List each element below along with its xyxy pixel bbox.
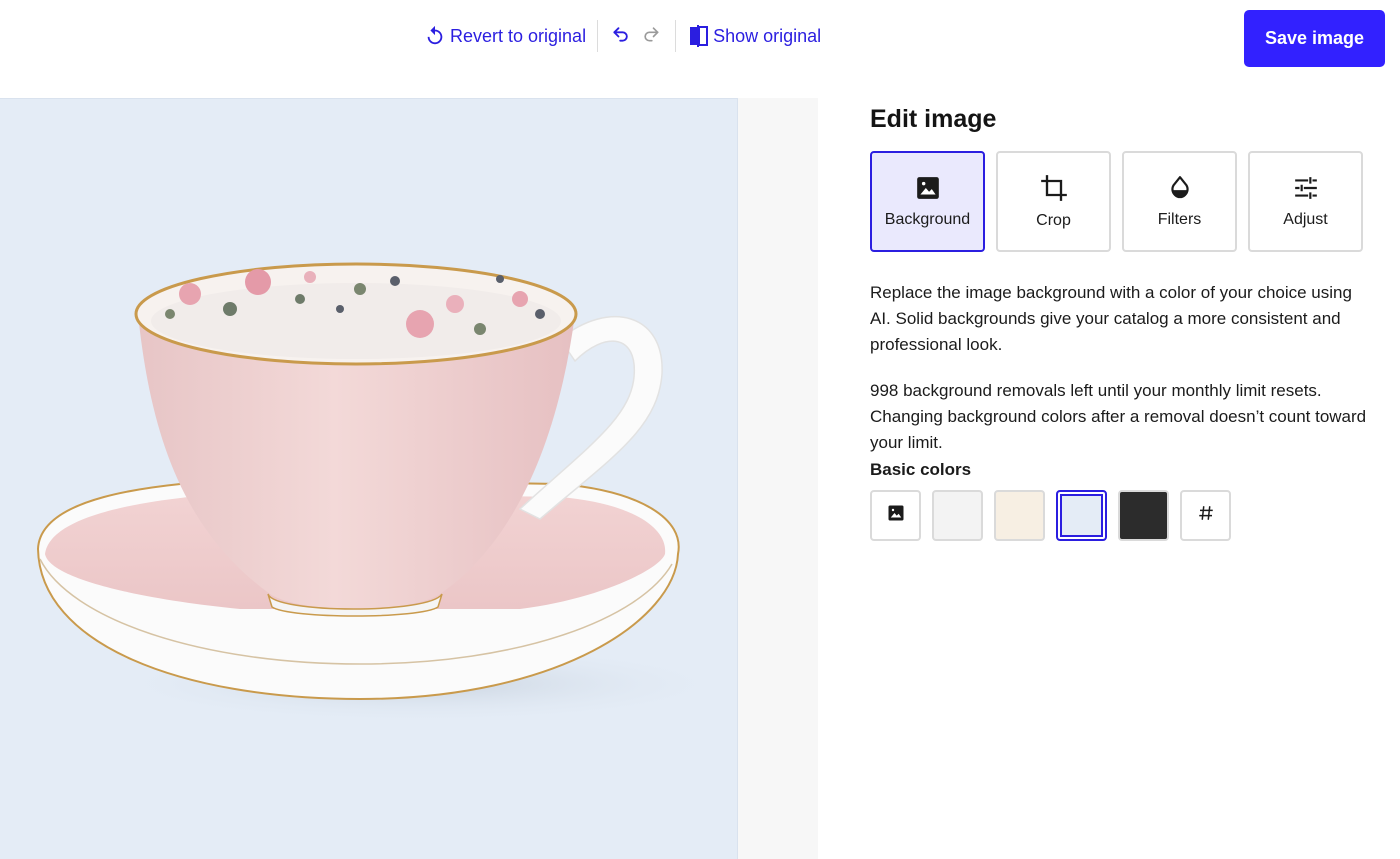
swatch-light-gray[interactable] (932, 490, 983, 541)
edit-panel: Edit image Background Crop Filters Adjus… (870, 98, 1370, 541)
tab-adjust[interactable]: Adjust (1248, 151, 1363, 252)
undo-button[interactable] (608, 23, 634, 49)
swatch-light-blue[interactable] (1056, 490, 1107, 541)
background-description: Replace the image background with a colo… (870, 283, 1352, 354)
top-toolbar: Revert to original Show original Save im… (0, 0, 1400, 98)
swatch-custom-hex[interactable] (1180, 490, 1231, 541)
toolbar-center-group: Revert to original Show original (424, 18, 821, 54)
tab-label: Background (884, 210, 971, 228)
image-icon (915, 175, 941, 201)
image-canvas (0, 98, 818, 859)
show-original-label: Show original (713, 25, 822, 46)
show-original-button[interactable]: Show original (689, 25, 821, 47)
product-image[interactable] (0, 98, 738, 859)
basic-colors-heading: Basic colors (870, 460, 972, 479)
redo-button[interactable] (638, 23, 664, 49)
tab-filters[interactable]: Filters (1122, 151, 1237, 252)
filters-drop-icon (1167, 175, 1193, 201)
tab-label: Filters (1157, 210, 1202, 228)
revert-icon (424, 25, 446, 47)
swatch-cream[interactable] (994, 490, 1045, 541)
tab-label: Adjust (1283, 210, 1328, 228)
swatch-charcoal[interactable] (1118, 490, 1169, 541)
swatch-original-image[interactable] (870, 490, 921, 541)
teacup-illustration (36, 262, 737, 724)
color-swatches (870, 490, 1370, 541)
revert-to-original-button[interactable]: Revert to original (424, 25, 586, 47)
tab-label: Crop (1036, 211, 1071, 229)
save-image-button[interactable]: Save image (1244, 10, 1385, 67)
redo-icon (641, 24, 661, 49)
removal-limit-text: 998 background removals left until your … (870, 381, 1367, 452)
revert-label: Revert to original (450, 25, 587, 46)
tab-crop[interactable]: Crop (996, 151, 1111, 252)
tab-background[interactable]: Background (870, 151, 985, 252)
toolbar-divider (675, 20, 677, 52)
panel-title: Edit image (870, 105, 997, 133)
toolbar-divider (597, 20, 599, 52)
undo-icon (611, 24, 631, 49)
tool-tabs: Background Crop Filters Adjust (870, 151, 1370, 252)
compare-icon (689, 25, 709, 47)
sliders-icon (1293, 175, 1319, 201)
image-icon (887, 504, 905, 527)
hash-icon (1197, 504, 1215, 527)
crop-icon (1040, 174, 1068, 202)
